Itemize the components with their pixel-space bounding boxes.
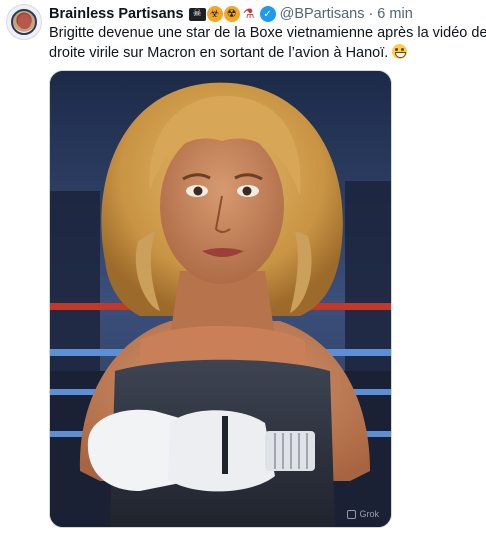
grok-logo-icon	[347, 509, 357, 519]
tweet-text-line-2-wrap: droite virile sur Macron en sortant de l…	[49, 43, 479, 63]
tweet-text-line-1: Brigitte devenue une star de la Boxe vie…	[49, 25, 486, 41]
avatar-face	[18, 14, 31, 29]
tweet-text: Brigitte devenue une star de la Boxe vie…	[49, 23, 486, 63]
separator: ·	[368, 6, 374, 22]
name-emojis: ☠ ☣ ☢ ⚗	[188, 6, 257, 22]
watermark: Grok	[347, 509, 379, 519]
tweet-image[interactable]: Grok	[49, 70, 392, 528]
tweet-text-line-2: droite virile sur Macron en sortant de l…	[49, 45, 389, 61]
test-tube-icon: ⚗	[242, 6, 255, 21]
glove-lace-line	[222, 416, 228, 474]
pupil-right	[242, 186, 252, 196]
grinning-face-icon	[392, 44, 408, 59]
verified-badge-icon[interactable]: ✓	[259, 6, 276, 22]
handle[interactable]: @BPartisans	[280, 6, 365, 22]
face	[160, 128, 284, 284]
tweet-header: Brainless Partisans ☠ ☣ ☢ ⚗ ✓ @BPartisan…	[49, 5, 413, 23]
building-left	[50, 191, 100, 371]
radioactive-icon: ☢	[223, 6, 240, 22]
display-name[interactable]: Brainless Partisans	[49, 6, 184, 22]
tweet[interactable]: Brainless Partisans ☠ ☣ ☢ ⚗ ✓ @BPartisan…	[0, 0, 486, 535]
skull-crossbones-icon: ☠	[188, 7, 206, 21]
avatar[interactable]	[6, 4, 42, 40]
biohazard-icon: ☣	[206, 6, 223, 22]
pupil-left	[193, 186, 203, 196]
watermark-text: Grok	[359, 509, 379, 519]
boxing-glove-right	[168, 410, 275, 492]
generated-image	[50, 71, 391, 527]
timestamp[interactable]: 6 min	[377, 6, 412, 22]
